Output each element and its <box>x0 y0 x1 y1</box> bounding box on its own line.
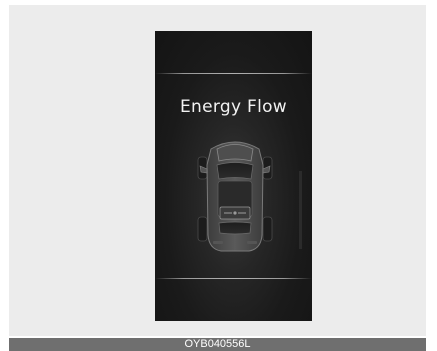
top-divider <box>155 73 312 74</box>
cluster-display: Energy Flow <box>155 31 312 321</box>
bottom-divider <box>155 278 312 279</box>
screen-title: Energy Flow <box>179 97 288 117</box>
figure-frame: Energy Flow <box>9 5 426 336</box>
caption-bar: OYB040556L <box>9 338 426 351</box>
panel-edge <box>299 171 302 249</box>
car-top-view-icon <box>197 141 273 252</box>
figure-code: OYB040556L <box>184 338 251 350</box>
